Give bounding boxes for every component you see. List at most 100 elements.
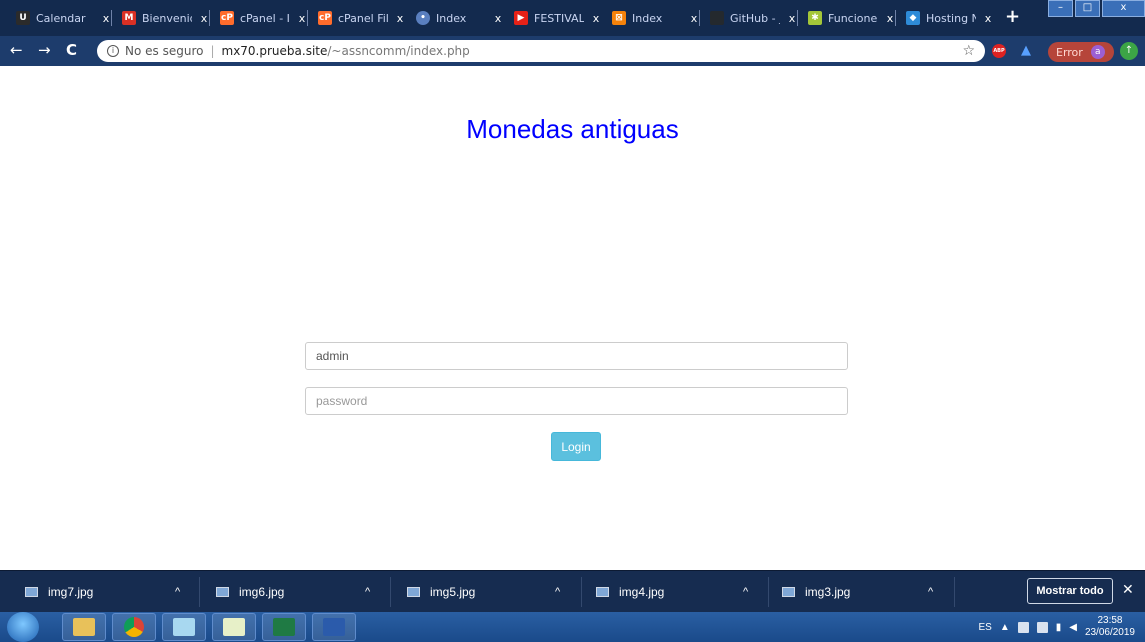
tab-funciones[interactable]: ✱ Funcione x (800, 8, 896, 28)
tab-label: cPanel Fil (338, 11, 388, 25)
tab-github[interactable]: GitHub - j x (702, 8, 798, 28)
url-path: /~assncomm/index.php (327, 44, 470, 58)
image-file-icon (782, 587, 795, 597)
login-button[interactable]: Login (551, 432, 601, 461)
address-separator: | (210, 44, 215, 58)
tab-gmail[interactable]: M Bienvenid x (114, 8, 210, 28)
download-item[interactable]: img4.jpg ^ (596, 571, 771, 613)
maximize-button[interactable]: □ (1075, 0, 1100, 17)
chrome-icon[interactable] (112, 613, 156, 641)
download-bar: img7.jpg ^ img6.jpg ^ img5.jpg ^ img4.jp… (0, 570, 1145, 612)
download-filename: img6.jpg (239, 585, 285, 599)
explorer-icon[interactable] (62, 613, 106, 641)
tab-close-icon[interactable]: x (492, 12, 504, 25)
xampp-icon: ⊠ (612, 11, 626, 25)
language-indicator[interactable]: ES (978, 622, 991, 633)
password-input[interactable] (305, 387, 848, 415)
image-file-icon (407, 587, 420, 597)
chevron-up-icon[interactable]: ^ (175, 586, 180, 598)
taskbar: ES ▲ ▮ ◀ 23:58 23/06/2019 (0, 612, 1145, 642)
minimize-button[interactable]: – (1048, 0, 1073, 17)
window-controls: – □ x (1048, 0, 1145, 17)
close-window-button[interactable]: x (1102, 0, 1145, 17)
gmail-icon: M (122, 11, 136, 25)
download-filename: img4.jpg (619, 585, 665, 599)
address-bar[interactable]: i No es seguro | mx70.prueba.site/~assnc… (97, 40, 985, 62)
signal-icon[interactable]: ▮ (1056, 622, 1062, 633)
udemy-icon: U (16, 11, 30, 25)
security-status: No es seguro (125, 44, 204, 58)
chevron-up-icon[interactable]: ^ (928, 586, 933, 598)
tab-separator (209, 10, 210, 26)
notepad-icon[interactable] (212, 613, 256, 641)
tab-label: Calendar (36, 11, 86, 25)
download-item[interactable]: img5.jpg ^ (407, 571, 582, 613)
system-tray: ES ▲ ▮ ◀ 23:58 23/06/2019 (978, 612, 1135, 642)
chevron-up-icon[interactable]: ^ (555, 586, 560, 598)
android-icon: ✱ (808, 11, 822, 25)
github-icon (710, 11, 724, 25)
tab-label: Hosting N (926, 11, 976, 25)
folder-icon[interactable] (162, 613, 206, 641)
download-item[interactable]: img6.jpg ^ (216, 571, 391, 613)
download-separator (199, 577, 200, 607)
clock[interactable]: 23:58 23/06/2019 (1085, 615, 1135, 639)
profile-error-button[interactable]: Error a (1048, 42, 1114, 62)
close-download-bar-icon[interactable]: ✕ (1122, 582, 1134, 598)
tab-label: cPanel - I (240, 11, 290, 25)
download-filename: img5.jpg (430, 585, 476, 599)
download-filename: img7.jpg (48, 585, 94, 599)
tab-label: Funcione (828, 11, 878, 25)
download-item[interactable]: img3.jpg ^ (782, 571, 957, 613)
tab-cpanel-files[interactable]: cP cPanel Fil x (310, 8, 406, 28)
new-tab-button[interactable]: + (1005, 6, 1020, 27)
tab-label: Index (436, 11, 467, 25)
clock-time: 23:58 (1097, 615, 1123, 626)
avatar: a (1090, 45, 1105, 59)
image-file-icon (25, 587, 38, 597)
tab-calendar[interactable]: U Calendar x (8, 8, 112, 28)
download-separator (768, 577, 769, 607)
tab-close-icon[interactable]: x (982, 12, 994, 25)
tab-separator (895, 10, 896, 26)
tab-hosting[interactable]: ◆ Hosting N x (898, 8, 994, 28)
start-button[interactable] (7, 612, 39, 642)
tab-separator (699, 10, 700, 26)
chevron-up-icon[interactable]: ▲ (1000, 622, 1010, 633)
download-filename: img3.jpg (805, 585, 851, 599)
show-all-downloads-button[interactable]: Mostrar todo (1027, 578, 1113, 604)
volume-icon[interactable]: ◀ (1069, 622, 1077, 633)
chevron-up-icon[interactable]: ^ (365, 586, 370, 598)
info-icon[interactable]: i (107, 45, 119, 57)
tab-index[interactable]: • Index x (408, 8, 504, 28)
back-button[interactable]: ← (10, 43, 23, 58)
image-file-icon (216, 587, 229, 597)
network-icon[interactable] (1036, 621, 1048, 633)
tab-cpanel[interactable]: cP cPanel - I x (212, 8, 308, 28)
tab-separator (111, 10, 112, 26)
tab-label: Bienvenid (142, 11, 192, 25)
toolbar: ← → C i No es seguro | mx70.prueba.site /… (0, 36, 1145, 66)
tab-label: FESTIVAL (534, 11, 584, 25)
bookmark-star-icon[interactable]: ☆ (962, 43, 975, 59)
tab-youtube[interactable]: ▶ FESTIVAL x (506, 8, 602, 28)
tab-label: GitHub - j (730, 11, 780, 25)
cpanel-icon: cP (220, 11, 234, 25)
download-item[interactable]: img7.jpg ^ (25, 571, 200, 613)
tab-xampp-index[interactable]: ⊠ Index x (604, 8, 700, 28)
chevron-up-icon[interactable]: ^ (743, 586, 748, 598)
action-center-icon[interactable] (1017, 621, 1029, 633)
word-icon[interactable] (312, 613, 356, 641)
tab-close-icon[interactable]: x (590, 12, 602, 25)
reload-button[interactable]: C (66, 43, 77, 58)
url-host: mx70.prueba.site (221, 44, 328, 58)
adblock-plus-icon[interactable]: ABP (992, 44, 1006, 58)
username-input[interactable] (305, 342, 848, 370)
download-separator (954, 577, 955, 607)
extension-icon[interactable]: ▲ (1021, 44, 1035, 58)
youtube-icon: ▶ (514, 11, 528, 25)
update-icon[interactable]: ↑ (1120, 42, 1138, 60)
excel-icon[interactable] (262, 613, 306, 641)
tab-close-icon[interactable]: x (394, 12, 406, 25)
forward-button[interactable]: → (38, 43, 51, 58)
